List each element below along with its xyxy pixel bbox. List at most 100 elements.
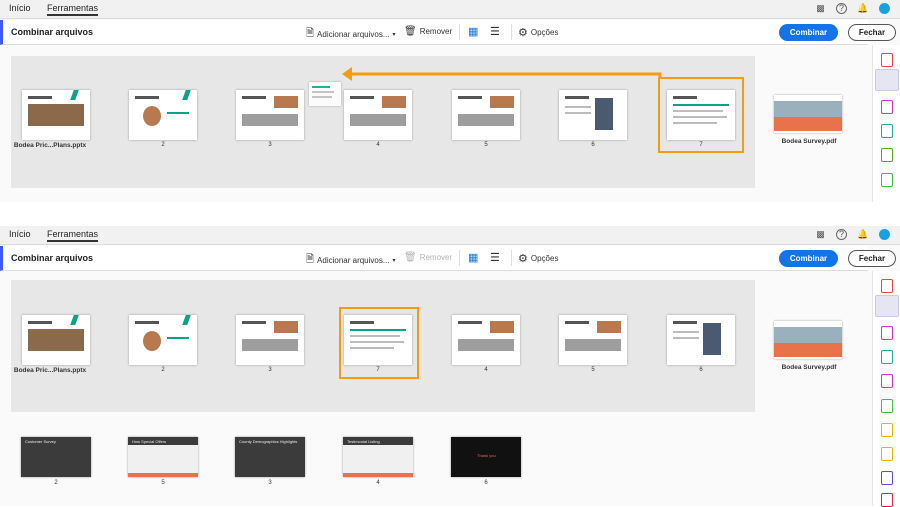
thumb-title	[458, 96, 482, 99]
toolbar-divider	[459, 250, 460, 266]
organize-pages-icon[interactable]	[881, 326, 893, 340]
organize-pages-icon[interactable]	[881, 100, 893, 114]
page-thumbnail[interactable]	[129, 90, 197, 140]
slide-thumbnail[interactable]: Customer Survey	[21, 437, 91, 477]
sign-icon[interactable]	[881, 493, 893, 507]
help-icon[interactable]: ?	[836, 229, 847, 240]
thumb-line	[167, 112, 189, 114]
combine-window-after: Início Ferramentas ▩ ? 🔔 Combinar arquiv…	[0, 226, 900, 507]
bell-icon[interactable]: 🔔	[857, 3, 868, 14]
add-files-button[interactable]: 🗎 Adicionar arquivos... ▾	[306, 26, 396, 43]
dragged-page-ghost[interactable]	[309, 82, 341, 106]
toolbar-divider	[511, 250, 512, 266]
add-files-button[interactable]: 🗎 Adicionar arquivos... ▾	[306, 252, 396, 269]
slide-label: 2	[54, 480, 58, 486]
page-thumbnail[interactable]	[236, 315, 304, 365]
create-pdf-icon[interactable]	[881, 53, 893, 67]
remove-button[interactable]: 🗑 Remover	[404, 252, 452, 263]
options-button[interactable]: ⚙ Opções	[518, 252, 558, 265]
thumb-band	[774, 117, 842, 131]
list-view-icon[interactable]: ☰	[490, 25, 500, 38]
thumb-table	[565, 339, 621, 351]
remove-label: Remover	[419, 253, 453, 262]
page-label: 3	[268, 142, 272, 148]
page-thumbnail[interactable]	[344, 90, 412, 140]
page-title: Combinar arquivos	[11, 27, 94, 37]
toolbar-divider	[459, 24, 460, 40]
options-button[interactable]: ⚙ Opções	[518, 26, 558, 39]
thumb-photo	[595, 98, 613, 130]
options-label: Opções	[530, 254, 559, 263]
list-view-icon[interactable]: ☰	[490, 251, 500, 264]
menu-bar: Início Ferramentas ▩ ? 🔔	[0, 226, 900, 245]
page-thumbnail[interactable]	[667, 315, 735, 365]
slide-label: 6	[484, 480, 488, 486]
page-label: 4	[484, 367, 488, 373]
comment-icon[interactable]: ▩	[815, 229, 826, 240]
protect-icon[interactable]	[881, 471, 893, 485]
edit-pdf-icon[interactable]	[881, 399, 893, 413]
tab-ferramentas[interactable]: Ferramentas	[47, 229, 99, 242]
trash-icon: 🗑	[404, 26, 417, 37]
comment-icon[interactable]: ▩	[815, 3, 826, 14]
thumb-photo	[774, 327, 842, 343]
tab-inicio[interactable]: Início	[9, 229, 31, 239]
page-thumbnail[interactable]	[452, 90, 520, 140]
page-thumbnail[interactable]	[129, 315, 197, 365]
thumb-line	[167, 337, 189, 339]
tab-ferramentas[interactable]: Ferramentas	[47, 3, 99, 16]
print-production-icon[interactable]	[881, 148, 893, 162]
help-icon[interactable]: ?	[836, 3, 847, 14]
print-production-icon[interactable]	[881, 374, 893, 388]
add-files-label: Adicionar arquivos...	[317, 256, 390, 265]
chevron-down-icon: ▾	[392, 258, 396, 264]
combine-files-icon[interactable]	[875, 295, 899, 317]
fill-sign-icon[interactable]	[881, 447, 893, 461]
file-thumbnail-pptx[interactable]	[22, 90, 90, 140]
thumb-photo	[274, 96, 298, 108]
slide-thumbnail[interactable]: How Special Offers	[128, 437, 198, 477]
page-label: 6	[699, 367, 703, 373]
grid-view-icon[interactable]: ▦	[468, 25, 478, 38]
export-pdf-icon[interactable]	[881, 124, 893, 138]
page-label: 6	[591, 142, 595, 148]
file-caption-pdf: Bodea Survey.pdf	[781, 138, 837, 145]
edit-pdf-icon[interactable]	[881, 173, 893, 187]
thumb-title	[28, 96, 52, 99]
close-button[interactable]: Fechar	[848, 24, 896, 41]
page-thumbnail[interactable]	[236, 90, 304, 140]
slide-title: Testimonial Listing	[347, 439, 380, 444]
slide-body	[343, 445, 413, 473]
export-pdf-icon[interactable]	[881, 350, 893, 364]
close-button[interactable]: Fechar	[848, 250, 896, 267]
thumb-title	[350, 96, 374, 99]
page-thumbnail[interactable]	[559, 90, 627, 140]
thumb-title	[28, 321, 52, 324]
file-caption-pdf: Bodea Survey.pdf	[781, 364, 837, 371]
slide-thumbnail[interactable]: Testimonial Listing	[343, 437, 413, 477]
comment-tool-icon[interactable]	[881, 423, 893, 437]
bell-icon[interactable]: 🔔	[857, 229, 868, 240]
combine-button[interactable]: Combinar	[779, 24, 838, 41]
combine-button[interactable]: Combinar	[779, 250, 838, 267]
file-thumbnail-pdf[interactable]	[774, 321, 842, 359]
page-thumbnail[interactable]	[559, 315, 627, 365]
thumb-photo	[274, 321, 298, 333]
avatar[interactable]	[879, 3, 890, 14]
slide-thumbnail[interactable]: County Demographics Highlights	[235, 437, 305, 477]
grid-view-icon[interactable]: ▦	[468, 251, 478, 264]
page-thumbnail[interactable]	[452, 315, 520, 365]
gear-icon: ⚙	[518, 253, 528, 265]
avatar[interactable]	[879, 229, 890, 240]
remove-button[interactable]: 🗑 Remover	[404, 26, 452, 37]
create-pdf-icon[interactable]	[881, 279, 893, 293]
thumb-line	[312, 86, 330, 88]
thumb-table	[458, 339, 514, 351]
file-thumbnail-pdf[interactable]	[774, 95, 842, 133]
slide-thumbnail[interactable]: Thank you	[451, 437, 521, 477]
slide-label: 3	[268, 480, 272, 486]
tab-inicio[interactable]: Início	[9, 3, 31, 13]
combine-files-icon[interactable]	[875, 69, 899, 91]
file-thumbnail-pptx[interactable]	[22, 315, 90, 365]
slide-title: County Demographics Highlights	[239, 439, 298, 444]
